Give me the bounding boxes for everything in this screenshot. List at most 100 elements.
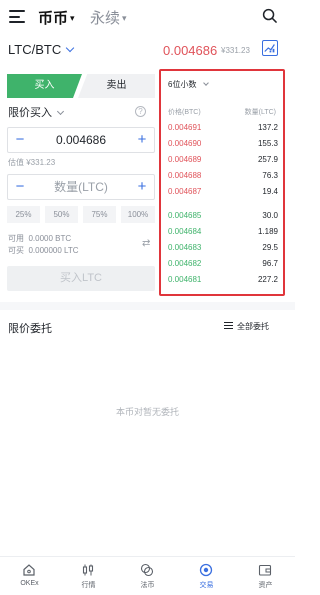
bid-qty: 30.0 (262, 211, 278, 220)
ask-row[interactable]: 0.004688 76.3 (168, 171, 278, 182)
nav-label: 行情 (81, 582, 96, 589)
chevron-down-icon (65, 43, 75, 53)
percent-50-button[interactable]: 50% (45, 206, 78, 223)
available-balance: 可用 0.0000 BTC (8, 233, 71, 244)
buy-ltc-button[interactable]: 买入LTC (7, 266, 155, 291)
nav-label: 资产 (258, 582, 273, 589)
nav-item-assets[interactable]: 资产 (236, 557, 295, 595)
top-header: 币币 ▾ 永续 ▾ (0, 0, 295, 34)
bid-row[interactable]: 0.004685 30.0 (168, 211, 278, 222)
fiat-icon (140, 563, 154, 577)
nav-label: OKEx (20, 580, 39, 587)
buy-tab[interactable]: 买入 (7, 74, 82, 98)
bid-price: 0.004685 (168, 211, 202, 220)
amount-input[interactable]: 数量(LTC) (32, 175, 130, 199)
app-root: 币币 ▾ 永续 ▾ LTC/BTC 0.004686 ¥331.23 买入 卖出 限… (0, 0, 295, 595)
price-increase-button[interactable]: + (130, 128, 154, 152)
order-type-label: 限价买入 (8, 107, 52, 119)
menu-icon[interactable] (9, 10, 25, 23)
pair-symbol: LTC/BTC (8, 42, 62, 57)
tab-perpetual[interactable]: 永续 ▾ (90, 7, 127, 28)
all-orders-link[interactable]: 全部委托 (224, 321, 269, 332)
percent-75-button[interactable]: 75% (83, 206, 116, 223)
caret-down-icon: ▾ (122, 13, 127, 23)
last-price-cny: ¥331.23 (221, 46, 250, 55)
bid-qty: 96.7 (262, 259, 278, 268)
ask-qty: 155.3 (257, 139, 278, 148)
bid-row[interactable]: 0.004683 29.5 (168, 243, 278, 254)
ask-qty: 137.2 (257, 123, 278, 132)
ask-price: 0.004691 (168, 123, 202, 132)
amount-decrease-button[interactable]: − (8, 175, 32, 199)
last-price: 0.004686 (163, 43, 218, 58)
sell-tab[interactable]: 卖出 (78, 74, 155, 98)
ask-row[interactable]: 0.004687 19.4 (168, 187, 278, 198)
qty-column-header: 数量(LTC) (244, 109, 276, 116)
ask-row[interactable]: 0.004689 257.9 (168, 155, 278, 166)
home-icon (23, 564, 35, 576)
bid-qty: 29.5 (262, 243, 278, 252)
nav-item-trade[interactable]: 交易 (177, 557, 236, 595)
wallet-icon (258, 564, 272, 576)
price-stepper: − 0.004686 + (7, 127, 155, 153)
list-icon (224, 322, 233, 329)
chevron-down-icon (203, 80, 210, 86)
nav-label: 法币 (140, 582, 155, 589)
tab-spot[interactable]: 币币 ▾ (38, 7, 75, 28)
pair-selector[interactable]: LTC/BTC (8, 42, 75, 57)
help-icon[interactable]: ? (135, 106, 146, 117)
available-value: 0.0000 BTC (28, 234, 72, 243)
price-input[interactable]: 0.004686 (32, 128, 130, 152)
transfer-icon[interactable]: ⇄ (142, 238, 150, 249)
buyable-value: 0.000000 LTC (28, 246, 79, 255)
percent-25-button[interactable]: 25% (7, 206, 40, 223)
buyable-label: 可买 (8, 246, 24, 255)
bid-qty: 227.2 (257, 275, 278, 284)
percent-100-button[interactable]: 100% (121, 206, 155, 223)
price-decrease-button[interactable]: − (8, 128, 32, 152)
nav-item-market[interactable]: 行情 (59, 557, 118, 595)
ask-price: 0.004687 (168, 187, 202, 196)
search-icon[interactable] (262, 8, 277, 23)
bottom-nav: OKEx 行情 法币 交易 资产 (0, 556, 295, 595)
tab-spot-label: 币币 (38, 10, 69, 27)
percent-buttons: 25% 50% 75% 100% (7, 206, 155, 223)
bid-qty: 1.189 (257, 227, 278, 236)
bid-price: 0.004683 (168, 243, 202, 252)
all-orders-label: 全部委托 (237, 322, 269, 331)
limit-orders-title: 限价委托 (8, 323, 52, 335)
order-type-selector[interactable]: 限价买入 (8, 104, 65, 120)
ask-qty: 257.9 (257, 155, 278, 164)
bid-row[interactable]: 0.004682 96.7 (168, 259, 278, 270)
bid-price: 0.004684 (168, 227, 202, 236)
ask-row[interactable]: 0.004691 137.2 (168, 123, 278, 134)
nav-item-okex[interactable]: OKEx (0, 557, 59, 595)
empty-orders-message: 本币对暂无委托 (115, 407, 179, 417)
market-icon (82, 564, 94, 576)
available-label: 可用 (8, 234, 24, 243)
tab-perpetual-label: 永续 (90, 10, 121, 27)
chevron-down-icon (56, 107, 65, 116)
bid-row[interactable]: 0.004684 1.189 (168, 227, 278, 238)
price-estimate: 估值 ¥331.23 (8, 158, 56, 167)
ask-qty: 76.3 (262, 171, 278, 180)
ask-price: 0.004688 (168, 171, 202, 180)
nav-label: 交易 (199, 582, 214, 589)
price-column-header: 价格(BTC) (168, 109, 201, 116)
ask-price: 0.004689 (168, 155, 202, 164)
kline-chart-icon[interactable] (262, 40, 278, 56)
amount-stepper: − 数量(LTC) + (7, 174, 155, 200)
section-divider (0, 302, 295, 310)
nav-item-fiat[interactable]: 法币 (118, 557, 177, 595)
decimals-selector[interactable]: 6位小数 (168, 79, 210, 90)
trade-icon (199, 563, 213, 577)
order-book: 6位小数 价格(BTC) 数量(LTC) 0.004691 137.2 0.004… (159, 69, 285, 296)
caret-down-icon: ▾ (70, 13, 75, 23)
decimals-label: 6位小数 (168, 80, 197, 89)
bid-row[interactable]: 0.004681 227.2 (168, 275, 278, 286)
amount-increase-button[interactable]: + (130, 175, 154, 199)
buyable-amount: 可买 0.000000 LTC (8, 245, 79, 256)
ask-qty: 19.4 (262, 187, 278, 196)
ask-row[interactable]: 0.004690 155.3 (168, 139, 278, 150)
bid-price: 0.004682 (168, 259, 202, 268)
